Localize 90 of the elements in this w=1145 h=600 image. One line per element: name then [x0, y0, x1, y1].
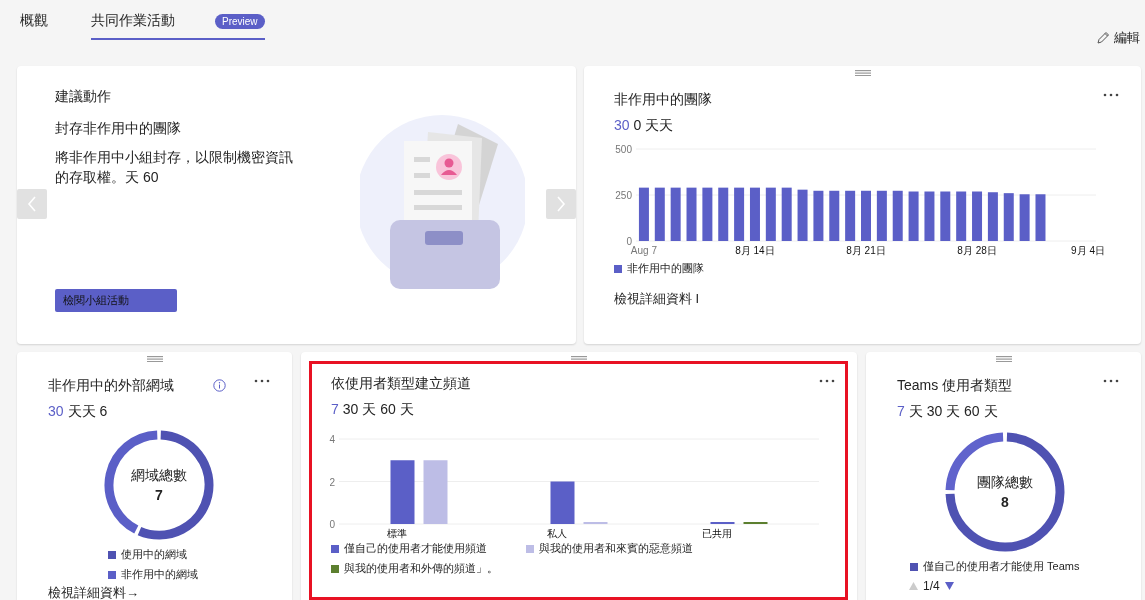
- bar: [940, 191, 951, 241]
- info-icon[interactable]: [213, 379, 226, 392]
- details-link[interactable]: 檢視詳細資料 I: [614, 290, 1111, 308]
- bar: [718, 187, 729, 241]
- bar: [876, 190, 887, 241]
- axis-tick-label: 2: [329, 476, 335, 488]
- more-options-icon[interactable]: [1103, 93, 1119, 97]
- period-option[interactable]: 30 天 60 天: [342, 401, 414, 419]
- bar: [670, 187, 681, 241]
- bar: [972, 191, 983, 241]
- legend-label: 與我的使用者和外傳的頻道」。: [344, 561, 498, 576]
- axis-tick-label: 4: [329, 434, 335, 445]
- bar: [813, 190, 824, 241]
- drag-handle-icon[interactable]: [995, 356, 1012, 362]
- axis-tick-label: 500: [615, 144, 632, 155]
- drag-handle-icon[interactable]: [571, 356, 587, 362]
- bar: [638, 187, 649, 241]
- axis-tick-label: 8月 21日: [846, 245, 886, 256]
- bar: [423, 460, 448, 524]
- bar: [765, 187, 776, 241]
- card-title: 非作用中的團隊: [614, 91, 712, 109]
- bar: [924, 191, 935, 241]
- bar: [797, 189, 808, 241]
- tab[interactable]: 共同作業活動 Preview: [91, 12, 265, 40]
- bar: [829, 190, 840, 241]
- bar: [550, 481, 575, 524]
- bar: [845, 190, 856, 241]
- card-title: 非作用中的外部網域: [48, 377, 174, 395]
- next-page-icon[interactable]: [944, 582, 954, 590]
- period-option[interactable]: 30: [48, 403, 64, 421]
- bar: [781, 187, 792, 241]
- period-option[interactable]: 7: [897, 403, 905, 421]
- axis-tick-label: 0: [626, 236, 632, 247]
- bar: [892, 190, 903, 241]
- bar: [654, 187, 665, 241]
- preview-badge: Preview: [215, 13, 265, 29]
- drag-handle-icon[interactable]: [146, 356, 163, 362]
- card-title: Teams 使用者類型: [897, 377, 1013, 395]
- more-options-icon[interactable]: [819, 379, 835, 383]
- period-option[interactable]: 30: [614, 117, 630, 135]
- legend-label: 非作用中的網域: [121, 567, 198, 582]
- page-indicator: 1/4: [923, 579, 940, 593]
- axis-tick-label: 9月 4日: [1071, 245, 1105, 256]
- bar: [1003, 193, 1014, 241]
- legend-label: 與我的使用者和來賓的惡意頻道: [539, 541, 693, 556]
- tab[interactable]: 概觀: [20, 12, 48, 40]
- more-options-icon[interactable]: [1103, 379, 1119, 383]
- axis-tick-label: 8月 14日: [735, 245, 775, 256]
- bar: [686, 187, 697, 241]
- axis-tick-label: 0: [329, 519, 335, 530]
- bar: [987, 192, 998, 241]
- card-title: 建議動作: [55, 88, 112, 106]
- pencil-icon: [1096, 31, 1110, 45]
- period-option[interactable]: 天天 6: [67, 403, 108, 421]
- legend-label: 僅自己的使用者才能使用頻道: [344, 541, 487, 556]
- axis-tick-label: Aug 7: [630, 245, 657, 256]
- axis-tick-label: 私人: [547, 528, 567, 539]
- legend-label: 使用中的網域: [121, 547, 187, 562]
- review-button[interactable]: 檢閱小組活動: [55, 289, 177, 312]
- bar: [702, 187, 713, 241]
- bar: [1035, 194, 1046, 241]
- card-title: 依使用者類型建立頻道: [331, 375, 471, 393]
- action-description: 將非作用中小組封存，以限制機密資訊的存取權。天 60: [55, 148, 294, 187]
- bar: [1019, 194, 1030, 241]
- period-option[interactable]: 7: [331, 401, 339, 419]
- drag-handle-icon[interactable]: [854, 70, 871, 76]
- details-link[interactable]: 檢視詳細資料→: [48, 584, 292, 600]
- axis-tick-label: 8月 28日: [957, 245, 997, 256]
- period-option[interactable]: 天 30 天 60 天: [908, 403, 998, 421]
- donut-total: 7: [155, 487, 163, 503]
- bar: [390, 460, 415, 524]
- axis-tick-label: 標準: [387, 528, 407, 539]
- more-options-icon[interactable]: [254, 379, 270, 383]
- donut-label: 團隊總數: [977, 474, 1033, 492]
- donut-total: 8: [1001, 494, 1009, 510]
- action-heading: 封存非作用中的團隊: [55, 120, 182, 138]
- legend-label: 僅自己的使用者才能使用 Teams: [923, 559, 1080, 574]
- axis-tick-label: 已共用: [702, 528, 732, 539]
- axis-tick-label: 250: [615, 190, 632, 201]
- edit-button[interactable]: 編輯: [1096, 29, 1140, 47]
- chevron-right-icon: [556, 196, 566, 212]
- bar: [956, 191, 967, 241]
- donut-label: 網域總數: [131, 467, 187, 485]
- bar: [908, 191, 919, 241]
- chevron-left-icon: [27, 196, 37, 212]
- bar: [749, 187, 760, 241]
- bar: [734, 187, 745, 241]
- legend-label: 非作用中的團隊: [627, 261, 704, 276]
- period-option[interactable]: 0 天天: [633, 117, 674, 135]
- bar: [861, 190, 871, 241]
